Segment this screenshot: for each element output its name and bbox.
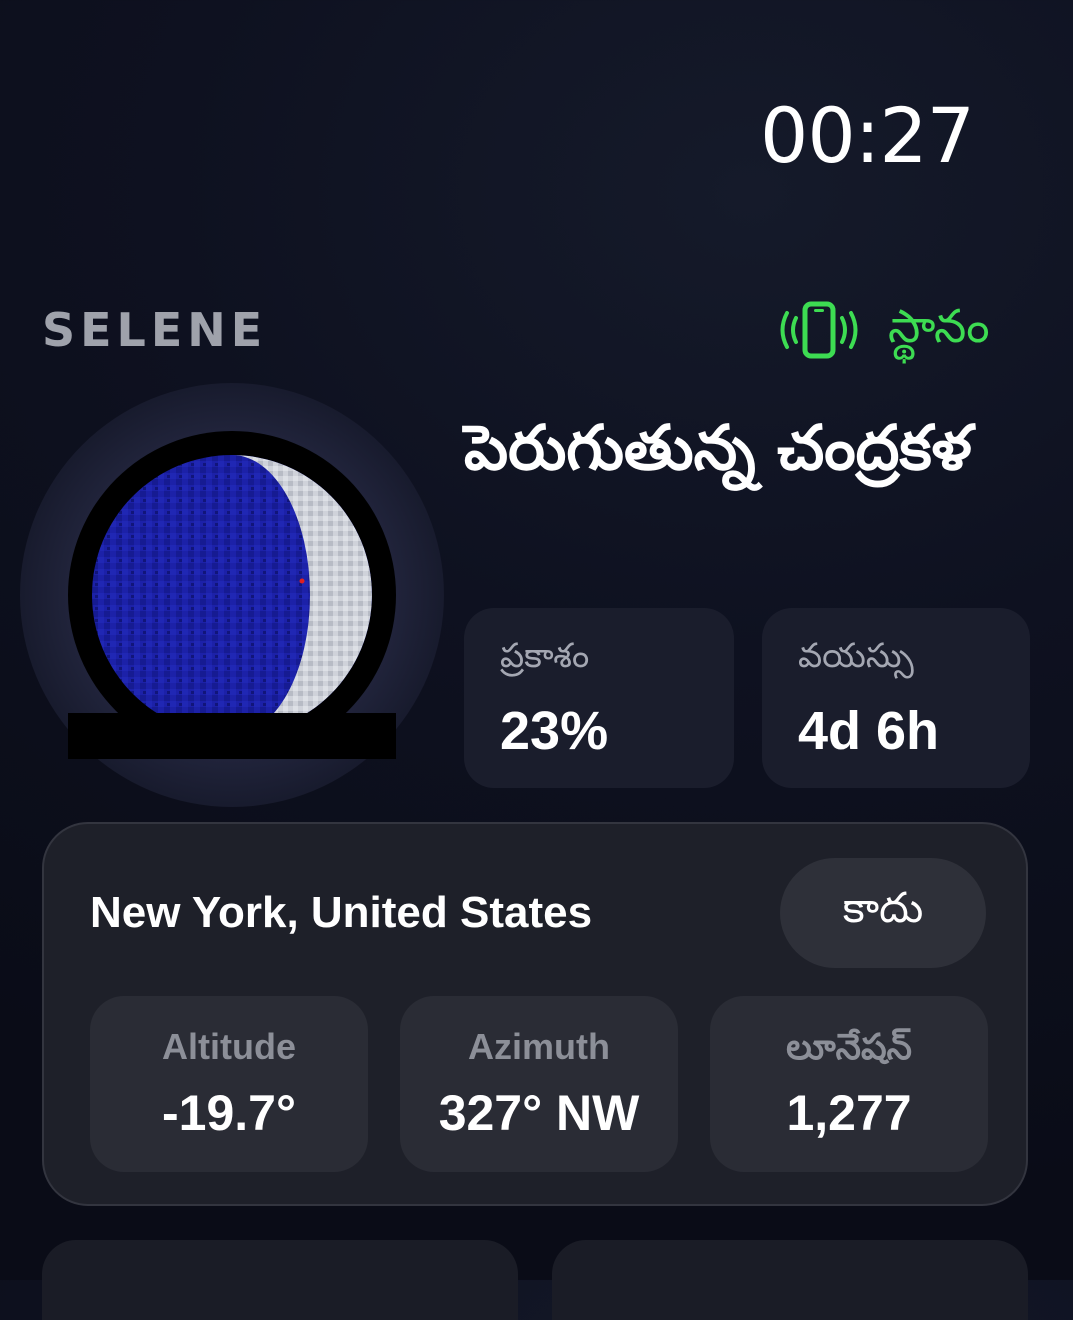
moon-horizon-band: [68, 713, 396, 759]
lunation-label: లూనేషన్: [786, 1026, 912, 1067]
bottom-card-left: [42, 1240, 518, 1320]
moon-marker: [299, 578, 305, 584]
moon-halo: [20, 383, 444, 807]
location-status-button[interactable]: స్థానం: [776, 296, 990, 368]
moon-phase-graphic: [68, 431, 396, 759]
lunation-card: లూనేషన్ 1,277: [710, 996, 988, 1172]
azimuth-label: Azimuth: [468, 1026, 610, 1067]
azimuth-card: Azimuth 327° NW: [400, 996, 678, 1172]
moon-phase-name: పెరుగుతున్న చంద్రకళ: [464, 411, 972, 484]
illumination-label: ప్రకాశం: [500, 636, 590, 676]
lunation-value: 1,277: [786, 1085, 912, 1141]
illumination-value: 23%: [500, 701, 609, 761]
altitude-card: Altitude -19.7°: [90, 996, 368, 1172]
illumination-card: ప్రకాశం 23%: [464, 608, 734, 788]
azimuth-value: 327° NW: [438, 1085, 640, 1141]
bottom-card-right: [552, 1240, 1028, 1320]
location-toggle-button[interactable]: కాదు: [780, 858, 986, 968]
altitude-value: -19.7°: [162, 1085, 296, 1141]
age-card: వయస్సు 4d 6h: [762, 608, 1030, 788]
status-bar-time: 00:27: [760, 91, 975, 180]
age-value: 4d 6h: [798, 701, 940, 761]
location-status-label: స్థానం: [888, 299, 990, 353]
phone-vibrate-icon: [776, 300, 862, 365]
altitude-label: Altitude: [162, 1026, 296, 1067]
location-name: New York, United States: [90, 888, 593, 937]
app-title: SELENE: [42, 303, 268, 357]
age-label: వయస్సు: [798, 636, 914, 676]
location-panel: New York, United States కాదు Altitude -1…: [42, 822, 1028, 1206]
